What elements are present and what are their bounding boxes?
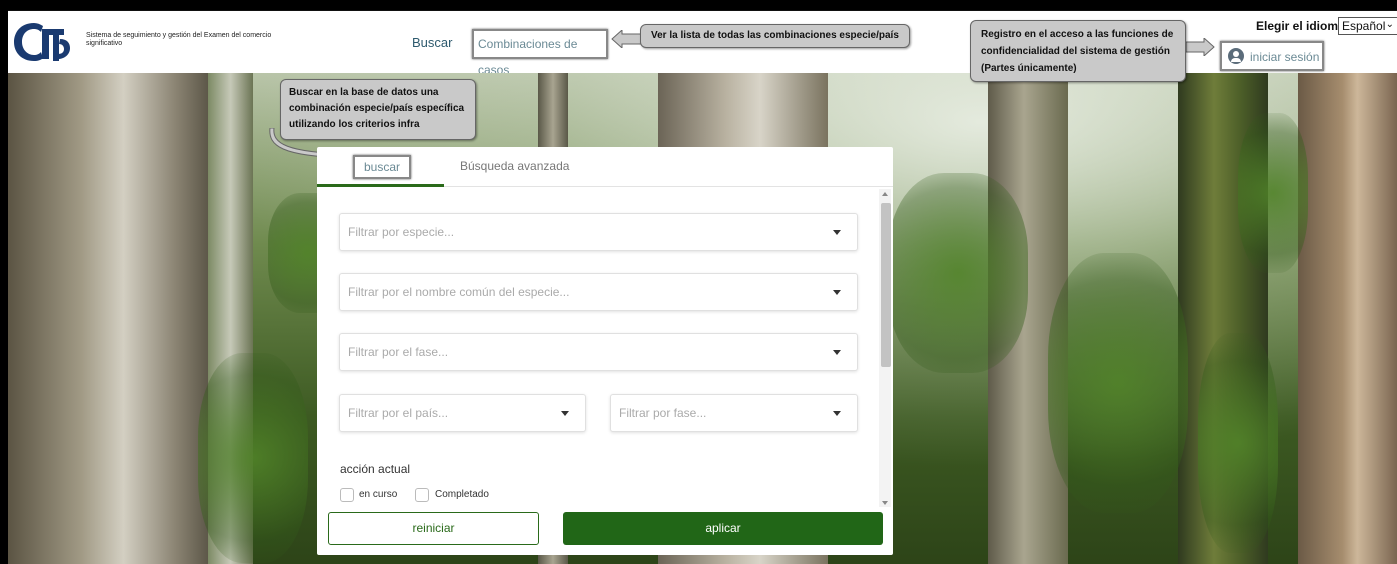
common-name-filter-placeholder: Filtrar por el nombre común del especie.…: [348, 285, 570, 299]
moss: [888, 173, 1028, 373]
user-icon: [1228, 48, 1244, 64]
callout-list: Ver la lista de todas las combinaciones …: [640, 24, 910, 48]
apply-button[interactable]: aplicar: [563, 512, 883, 545]
caret-down-icon: [833, 350, 841, 355]
moss: [1048, 253, 1188, 513]
moss: [1238, 113, 1308, 273]
completado-label[interactable]: Completado: [435, 489, 489, 500]
tree-trunk: [8, 73, 218, 564]
scroll-down-arrow-icon[interactable]: [882, 501, 888, 505]
login-label: iniciar sesión: [1250, 50, 1320, 64]
login-button[interactable]: iniciar sesión: [1220, 41, 1324, 71]
caret-down-icon: [561, 411, 569, 416]
country-filter-placeholder: Filtrar por el país...: [348, 406, 449, 420]
org-name: Sistema de seguimiento y gestión del Exa…: [86, 32, 272, 47]
species-filter-select[interactable]: Filtrar por especie...: [339, 213, 858, 251]
current-action-label: acción actual: [340, 462, 411, 476]
callout-search: Buscar en la base de datos una combinaci…: [280, 79, 476, 140]
en-curso-checkbox[interactable]: [340, 488, 354, 502]
callout-arrow: [611, 30, 642, 48]
nav-buscar-link[interactable]: Buscar: [412, 35, 452, 50]
nav-combinaciones-link[interactable]: Combinaciones de casos: [472, 29, 608, 77]
search-panel: buscar Búsqueda avanzada Filtrar por esp…: [317, 147, 893, 555]
stage-filter-select[interactable]: Filtrar por fase...: [610, 394, 858, 432]
stage-filter-placeholder: Filtrar por fase...: [619, 406, 707, 420]
chevron-down-icon: ⌄: [1385, 19, 1394, 30]
tab-bar: buscar Búsqueda avanzada: [317, 147, 893, 187]
caret-down-icon: [833, 411, 841, 416]
scroll-up-arrow-icon[interactable]: [882, 192, 888, 196]
en-curso-label[interactable]: en curso: [359, 489, 397, 500]
phase-filter-placeholder: Filtrar por el fase...: [348, 345, 449, 359]
tree-trunk: [1298, 73, 1397, 564]
common-name-filter-select[interactable]: Filtrar por el nombre común del especie.…: [339, 273, 858, 311]
tab-buscar[interactable]: buscar: [353, 155, 411, 179]
completado-checkbox[interactable]: [415, 488, 429, 502]
caret-down-icon: [833, 230, 841, 235]
active-tab-indicator: [317, 184, 444, 187]
tab-busqueda-avanzada[interactable]: Búsqueda avanzada: [460, 159, 569, 173]
caret-down-icon: [833, 290, 841, 295]
language-select[interactable]: Español ⌄: [1338, 17, 1397, 35]
language-selected: Español: [1342, 19, 1386, 33]
moss: [1198, 333, 1278, 553]
scrollbar-thumb[interactable]: [881, 203, 891, 367]
moss: [198, 353, 308, 563]
cites-logo[interactable]: [12, 21, 72, 63]
callout-login: Registro en el acceso a las funciones de…: [970, 20, 1186, 82]
callout-arrow: [1186, 38, 1215, 56]
reset-button[interactable]: reiniciar: [328, 512, 539, 545]
species-filter-placeholder: Filtrar por especie...: [348, 225, 455, 239]
country-filter-select[interactable]: Filtrar por el país...: [339, 394, 586, 432]
phase-filter-select[interactable]: Filtrar por el fase...: [339, 333, 858, 371]
